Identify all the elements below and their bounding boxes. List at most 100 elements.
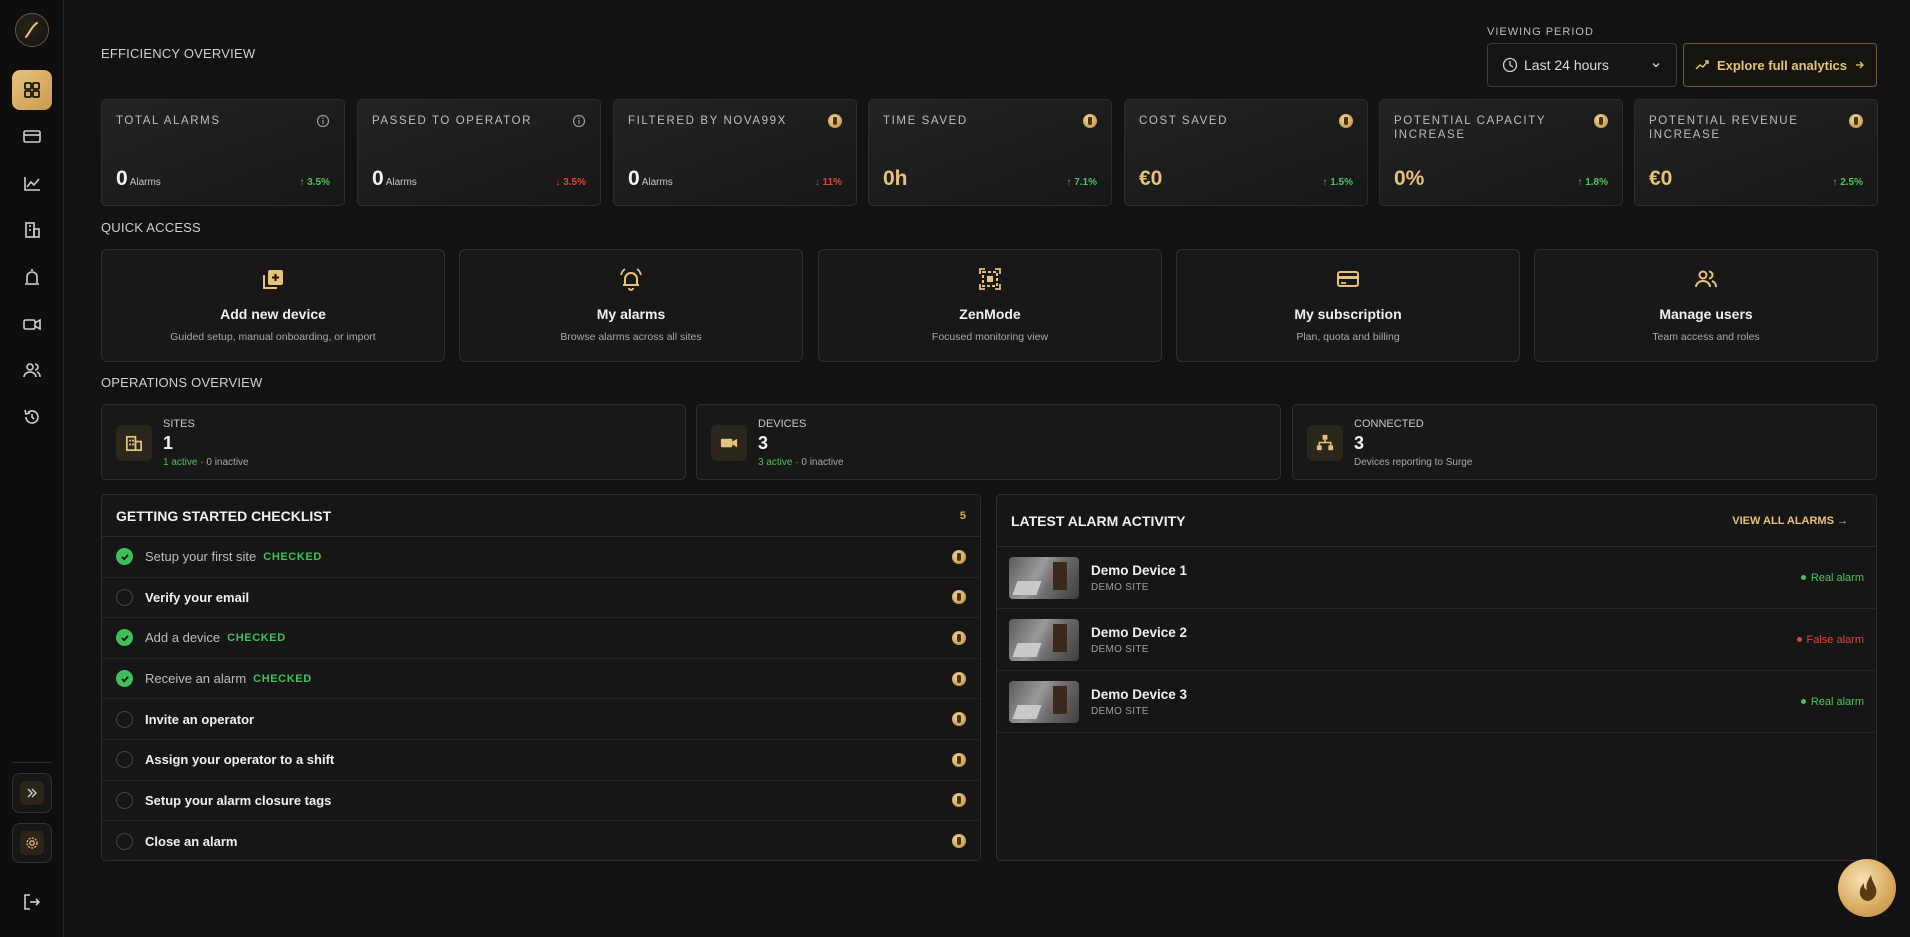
kpi-card: PASSED TO OPERATOR 0 Alarms ↓ 3.5% [357,99,601,206]
nav-history[interactable] [12,397,52,437]
check-circle-icon[interactable] [116,548,133,566]
empty-circle-icon[interactable] [116,588,133,606]
empty-circle-icon[interactable] [116,751,133,769]
kpi-value: 0 Alarms [372,167,417,190]
empty-circle-icon[interactable] [116,791,133,809]
operations-label: CONNECTED [1354,418,1424,430]
siren-icon [25,269,39,285]
view-all-alarms-link[interactable]: VIEW ALL ALARMS → [1732,515,1848,527]
status-dot-icon [1800,699,1806,704]
operations-value: 3 [758,433,769,453]
checklist-item[interactable]: Assign your operator to a shift [102,740,980,781]
quick-access-card[interactable]: Add new device Guided setup, manual onboa… [101,249,445,362]
alarm-device-name: Demo Device 3 [1091,686,1188,702]
nav-cameras[interactable] [12,304,52,344]
coin-icon [1594,114,1608,128]
nav-billing[interactable] [12,116,52,156]
getting-started-checklist: GETTING STARTED CHECKLIST 5 Setup your f… [101,494,981,861]
kpi-label: PASSED TO OPERATOR [372,115,533,127]
coin-icon [952,590,966,605]
alarm-status-label: Real alarm [1810,571,1864,584]
quick-access-title: ZenMode [959,306,1021,322]
app-logo[interactable] [15,13,49,47]
bell-icon [620,268,642,291]
coin-icon [1849,114,1863,128]
quick-access-card[interactable]: ZenMode Focused monitoring view [818,249,1162,362]
kpi-unit: Alarms [641,177,673,188]
kpi-card: POTENTIAL CAPACITY INCREASE 0% ↑ 1.8% [1379,99,1623,206]
add-device-icon [263,270,283,289]
coin-icon [952,834,966,849]
logout-button[interactable] [12,882,52,922]
kpi-delta: ↑ 2.5% [1832,177,1863,188]
view-all-alarms-label: VIEW ALL ALARMS [1732,514,1834,527]
status-dot-icon [1800,575,1806,580]
checklist-item[interactable]: Invite an operator [102,699,980,740]
checklist-item-label: Assign your operator to a shift [145,752,335,768]
nav-sites[interactable] [12,210,52,250]
empty-circle-icon[interactable] [116,710,133,728]
kpi-label: FILTERED BY NOVA99X [628,115,787,127]
alarm-thumbnail[interactable] [1009,680,1079,723]
nav-analytics[interactable] [12,163,52,203]
alarm-row[interactable]: Demo Device 1 DEMO SITE Real alarm [997,547,1876,609]
quick-access-card[interactable]: Manage users Team access and roles [1534,249,1878,362]
users-icon [23,363,41,378]
info-icon[interactable] [316,114,330,128]
checklist-item[interactable]: Receive an alarm CHECKED [102,659,980,700]
alarm-thumbnail[interactable] [1009,618,1079,661]
alarm-site-name: DEMO SITE [1091,705,1149,717]
viewing-period-select[interactable]: Last 24 hours [1487,43,1677,87]
kpi-value: 0 Alarms [628,167,673,190]
checklist-item[interactable]: Close an alarm [102,821,980,862]
info-icon[interactable] [572,114,586,128]
operations-card: CONNECTED 3 Devices reporting to Surge [1292,404,1877,480]
check-circle-icon[interactable] [116,629,133,647]
expand-sidebar-button[interactable] [12,773,52,813]
nav-dashboard[interactable] [12,70,52,110]
checklist-item[interactable]: Setup your alarm closure tags [102,781,980,822]
kpi-card: COST SAVED €0 ↑ 1.5% [1124,99,1368,206]
settings-button[interactable] [12,823,52,863]
checklist-item-label: Receive an alarm [145,671,247,687]
alarm-row[interactable]: Demo Device 2 DEMO SITE False alarm [997,609,1876,671]
nav-alarms[interactable] [12,257,52,297]
coin-icon [952,671,966,686]
empty-circle-icon[interactable] [116,832,133,850]
checklist-item[interactable]: Setup your first site CHECKED [102,537,980,578]
checked-badge: CHECKED [253,672,312,685]
kpi-value: €0 [1139,167,1163,190]
operations-icon-wrap [116,425,152,461]
quick-access-card[interactable]: My subscription Plan, quota and billing [1176,249,1520,362]
checklist-item[interactable]: Add a device CHECKED [102,618,980,659]
logo-icon [25,22,38,38]
checklist-item-label: Setup your first site [145,549,257,565]
coin-icon [952,752,966,767]
check-circle-icon[interactable] [116,670,133,688]
operations-value: 1 [163,433,174,453]
explore-analytics-button[interactable]: Explore full analytics [1683,43,1877,87]
checklist-item-label: Close an alarm [145,833,238,849]
operations-card: DEVICES 3 3 active · 0 inactive [696,404,1281,480]
sidebar-divider [12,762,52,763]
explore-analytics-label: Explore full analytics [1716,57,1848,73]
operations-subtext: Devices reporting to Surge [1354,457,1472,468]
coin-icon [952,712,966,727]
checklist-item[interactable]: Verify your email [102,578,980,619]
nav-users[interactable] [12,350,52,390]
operations-icon-wrap [711,425,747,461]
quick-access-card[interactable]: My alarms Browse alarms across all sites [459,249,803,362]
kpi-card: TIME SAVED 0h ↑ 7.1% [868,99,1112,206]
alarm-thumbnail[interactable] [1009,556,1079,599]
zen-icon [979,268,1001,290]
alarm-row[interactable]: Demo Device 3 DEMO SITE Real alarm [997,671,1876,733]
assistant-fab-button[interactable] [1838,859,1896,917]
viewing-period-label: VIEWING PERIOD [1487,26,1594,38]
history-icon [24,409,39,424]
quick-access-subtitle: Guided setup, manual onboarding, or impo… [170,331,376,343]
trend-up-icon [1695,60,1709,70]
kpi-delta: ↑ 3.5% [299,177,330,188]
chevrons-right-icon [27,788,37,798]
operations-icon-wrap [1307,425,1343,461]
kpi-delta: ↓ 11% [814,177,842,188]
